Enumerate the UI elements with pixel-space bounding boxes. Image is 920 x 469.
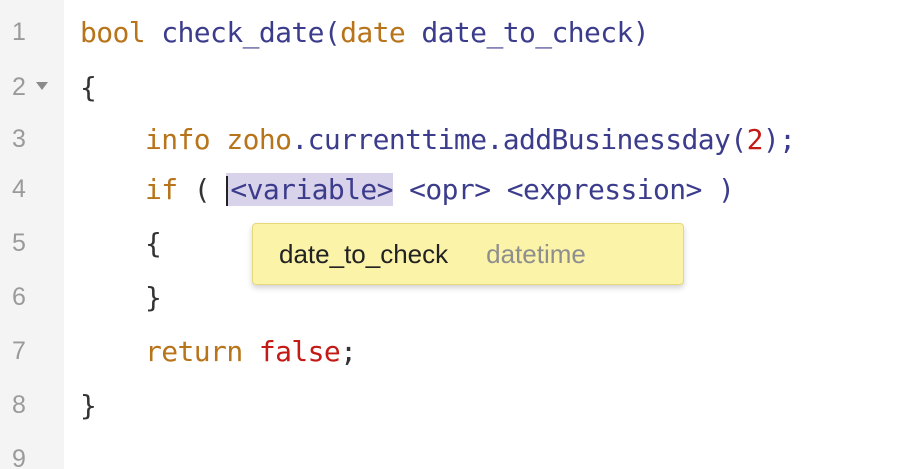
line-number: 4 <box>12 174 26 203</box>
code-line-1[interactable]: 1 bool check_date(date date_to_check) <box>0 5 920 59</box>
type-token: bool <box>80 15 146 49</box>
code-line-8[interactable]: 8 } <box>0 378 920 432</box>
false-literal-token: false <box>258 334 341 368</box>
code-text[interactable]: info zoho.currenttime.addBusinessday(2); <box>80 122 796 156</box>
param-name-token: date_to_check) <box>405 15 650 49</box>
code-line-4[interactable]: 4 if ( <variable> <opr> <expression> ) <box>0 162 920 216</box>
code-text[interactable]: bool check_date(date date_to_check) <box>80 15 650 49</box>
info-keyword-token: info <box>145 122 211 156</box>
code-line-9[interactable]: 9 <box>0 432 920 469</box>
text-cursor <box>226 175 229 206</box>
line-number: 9 <box>12 444 26 469</box>
function-name-token: check_date( <box>145 15 341 49</box>
paren-token: ( <box>177 172 227 206</box>
line-number: 7 <box>12 336 26 365</box>
code-text[interactable]: return false; <box>80 334 357 368</box>
placeholder-text: <variable> <box>230 172 393 206</box>
code-text[interactable]: { <box>80 71 97 104</box>
param-type-token: date <box>340 15 406 49</box>
variable-placeholder[interactable]: <variable> <box>226 172 394 206</box>
code-line-3[interactable]: 3 info zoho.currenttime.addBusinessday(2… <box>0 112 920 166</box>
line-number: 1 <box>12 17 26 46</box>
placeholder-rest[interactable]: <opr> <expression> ) <box>393 173 735 206</box>
code-line-2[interactable]: 2 { <box>0 60 920 114</box>
line-number: 3 <box>12 124 26 153</box>
suggestion-type: datetime <box>486 238 586 269</box>
code-editor[interactable]: 1 bool check_date(date date_to_check) 2 … <box>0 0 920 469</box>
code-text[interactable]: { <box>80 227 162 260</box>
line-number: 6 <box>12 282 26 311</box>
return-keyword-token: return <box>145 334 243 368</box>
code-line-7[interactable]: 7 return false; <box>0 324 920 378</box>
line-number: 5 <box>12 228 26 257</box>
number-token: 2 <box>746 122 764 156</box>
code-text[interactable]: } <box>80 389 97 422</box>
call-token: .currenttime.addBusinessday( <box>291 122 747 156</box>
suggestion-name[interactable]: date_to_check <box>279 239 448 270</box>
semicolon-token: ; <box>340 334 357 368</box>
autocomplete-popup[interactable]: date_to_check datetime <box>252 223 684 285</box>
code-text[interactable]: } <box>80 281 162 314</box>
if-keyword-token: if <box>145 172 178 206</box>
object-token: zoho <box>210 122 292 156</box>
line-number: 8 <box>12 390 26 419</box>
call-end-token: ); <box>762 122 796 156</box>
fold-triangle-icon[interactable] <box>36 82 48 90</box>
code-text[interactable]: if ( <variable> <opr> <expression> ) <box>80 172 735 206</box>
